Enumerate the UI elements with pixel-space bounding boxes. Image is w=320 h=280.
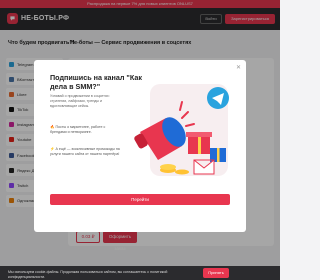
gift-box-icon (186, 132, 212, 154)
megaphone-illustration (134, 84, 229, 176)
modal-bullet-2: ⚡ А ещё — эксклюзивные промокоды на услу… (50, 147, 120, 156)
modal-description: Узнавай о продвижении в соцсетях: страте… (50, 94, 110, 108)
close-icon[interactable]: ✕ (236, 64, 241, 71)
cookie-bar: Мы используем cookie-файлы. Продолжая по… (0, 266, 280, 280)
go-to-channel-button[interactable]: Перейти (50, 194, 230, 205)
cookie-text: Мы используем cookie-файлы. Продолжая по… (8, 270, 168, 279)
accept-cookies-button[interactable]: Принять (203, 268, 229, 278)
modal-bullet-1: 🔥 Посты о маркетинге, работе с брендами … (50, 125, 106, 134)
subscribe-modal: ✕ Подпишись на канал "Как дела в SMM?" У… (34, 60, 246, 232)
